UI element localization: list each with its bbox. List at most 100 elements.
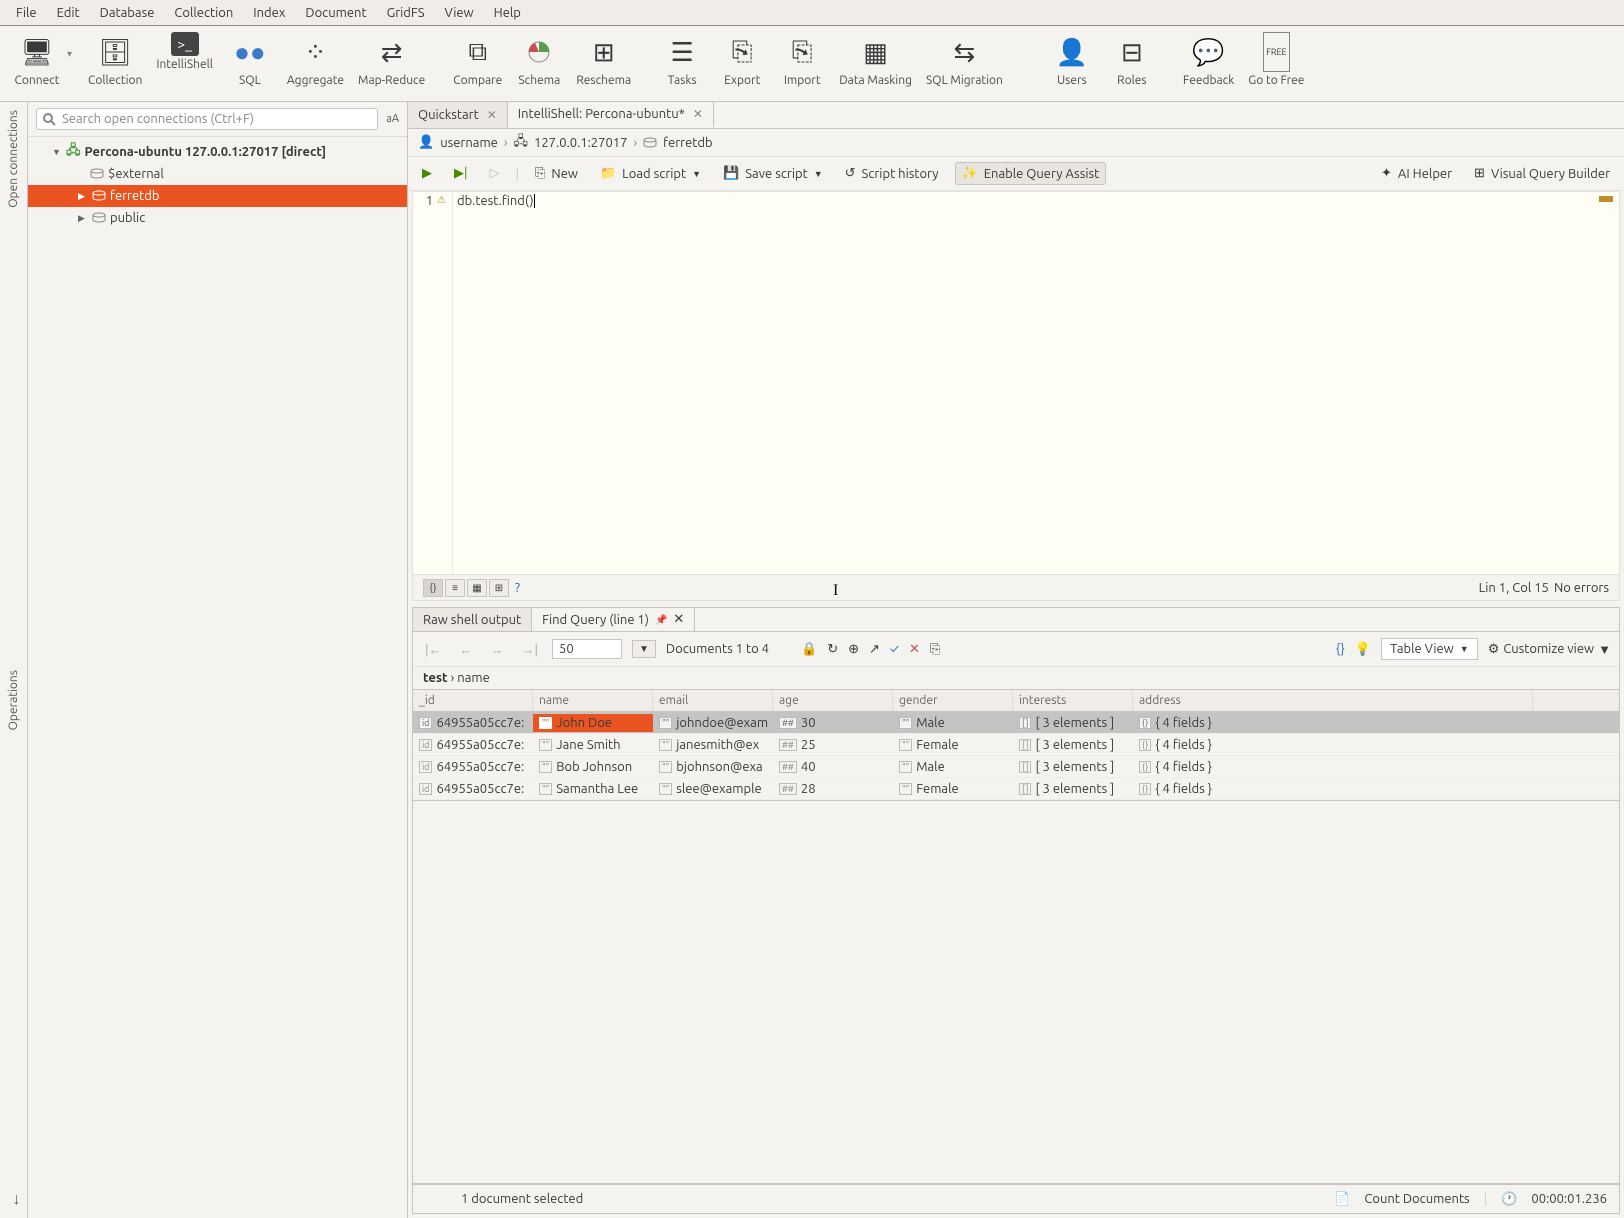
cell-id[interactable]: id64955a05cc7e: bbox=[413, 736, 533, 754]
menu-collection[interactable]: Collection bbox=[164, 2, 243, 24]
page-first-button[interactable]: |← bbox=[421, 642, 446, 657]
tool-feedback[interactable]: 💬Feedback bbox=[1177, 30, 1240, 89]
case-toggle[interactable]: aA bbox=[386, 113, 399, 125]
view-mode-dropdown[interactable]: Table View ▼ bbox=[1381, 638, 1478, 660]
tool-sql[interactable]: ●●SQL bbox=[221, 30, 279, 89]
back-arrow-icon[interactable]: ← bbox=[5, 1192, 23, 1208]
cell-email[interactable]: ""bjohnson@exa bbox=[653, 758, 773, 776]
cell-age[interactable]: ##40 bbox=[773, 758, 893, 776]
tree-db-external[interactable]: $external bbox=[28, 163, 407, 185]
crumb-collection[interactable]: test bbox=[423, 671, 448, 685]
cell-address[interactable]: {}{ 4 fields } bbox=[1133, 736, 1533, 754]
table-row[interactable]: id64955a05cc7e: ""Samantha Lee ""slee@ex… bbox=[413, 778, 1619, 800]
cell-email[interactable]: ""slee@example bbox=[653, 780, 773, 798]
copy-icon[interactable]: ⎘ bbox=[930, 642, 940, 657]
cell-name[interactable]: ""Bob Johnson bbox=[533, 758, 653, 776]
tab-raw-output[interactable]: Raw shell output bbox=[413, 608, 532, 631]
export-icon[interactable]: ↗ bbox=[869, 642, 880, 657]
crumb-host[interactable]: 127.0.0.1:27017 bbox=[534, 136, 627, 150]
view-json-button[interactable]: {} bbox=[423, 579, 443, 597]
table-row[interactable]: id64955a05cc7e: ""John Doe ""johndoe@exa… bbox=[413, 712, 1619, 734]
save-script-button[interactable]: 💾Save script▼ bbox=[717, 163, 829, 184]
menu-gridfs[interactable]: GridFS bbox=[377, 2, 435, 24]
cell-gender[interactable]: ""Female bbox=[893, 780, 1013, 798]
cell-email[interactable]: ""janesmith@ex bbox=[653, 736, 773, 754]
rail-operations[interactable]: Operations bbox=[7, 670, 20, 730]
tool-roles[interactable]: ⊟Roles bbox=[1103, 30, 1161, 89]
col-age[interactable]: age bbox=[773, 690, 893, 711]
cell-id[interactable]: id64955a05cc7e: bbox=[413, 780, 533, 798]
script-history-button[interactable]: ↺Script history bbox=[839, 163, 945, 184]
menu-edit[interactable]: Edit bbox=[47, 2, 90, 24]
col-gender[interactable]: gender bbox=[893, 690, 1013, 711]
tool-collection[interactable]: 🗄Collection bbox=[82, 30, 148, 89]
col-email[interactable]: email bbox=[653, 690, 773, 711]
rail-open-connections[interactable]: Open connections bbox=[7, 110, 20, 208]
page-size-dropdown[interactable]: ▼ bbox=[632, 640, 656, 658]
cell-interests[interactable]: [][ 3 elements ] bbox=[1013, 714, 1133, 732]
cell-email[interactable]: ""johndoe@exam bbox=[653, 714, 773, 732]
tool-intellishell[interactable]: >_IntelliShell bbox=[150, 30, 219, 73]
tool-datamasking[interactable]: ▦Data Masking bbox=[833, 30, 918, 89]
code-editor[interactable]: 1⚠ db.test.find() I bbox=[412, 191, 1620, 575]
page-size-input[interactable] bbox=[552, 639, 622, 659]
tool-import[interactable]: ⎘Import bbox=[773, 30, 831, 89]
cell-interests[interactable]: [][ 3 elements ] bbox=[1013, 780, 1133, 798]
cell-address[interactable]: {}{ 4 fields } bbox=[1133, 714, 1533, 732]
add-icon[interactable]: ⊕ bbox=[848, 642, 859, 657]
menu-view[interactable]: View bbox=[435, 2, 484, 24]
tool-tasks[interactable]: ☰Tasks bbox=[653, 30, 711, 89]
cell-name[interactable]: ""John Doe bbox=[533, 714, 653, 732]
tool-connect[interactable]: 🖥Connect bbox=[8, 30, 66, 89]
refresh-icon[interactable]: ↻ bbox=[827, 642, 838, 657]
cell-address[interactable]: {}{ 4 fields } bbox=[1133, 758, 1533, 776]
crumb-user[interactable]: username bbox=[440, 136, 498, 150]
page-next-button[interactable]: → bbox=[487, 642, 508, 657]
lock-icon[interactable]: 🔒 bbox=[801, 642, 817, 657]
col-name[interactable]: name bbox=[533, 690, 653, 711]
close-icon[interactable]: ✕ bbox=[673, 612, 684, 627]
menu-document[interactable]: Document bbox=[295, 2, 376, 24]
tool-gotofree[interactable]: FREEGo to Free bbox=[1242, 30, 1310, 89]
help-icon[interactable]: ? bbox=[515, 581, 520, 595]
load-script-button[interactable]: 📁Load script▼ bbox=[594, 163, 707, 184]
crumb-field[interactable]: name bbox=[457, 671, 490, 685]
cell-id[interactable]: id64955a05cc7e: bbox=[413, 714, 533, 732]
col-id[interactable]: _id bbox=[413, 690, 533, 711]
tab-find-query[interactable]: Find Query (line 1) 📌 ✕ bbox=[532, 608, 695, 631]
pin-icon[interactable]: 📌 bbox=[655, 614, 667, 626]
tab-quickstart[interactable]: Quickstart ✕ bbox=[408, 102, 508, 128]
code-area[interactable]: db.test.find() bbox=[453, 192, 539, 574]
cell-age[interactable]: ##30 bbox=[773, 714, 893, 732]
bulb-icon[interactable]: 💡 bbox=[1355, 642, 1371, 657]
delete-icon[interactable]: ✕ bbox=[909, 642, 920, 657]
json-icon[interactable]: {} bbox=[1336, 642, 1345, 656]
cell-interests[interactable]: [][ 3 elements ] bbox=[1013, 736, 1133, 754]
cell-interests[interactable]: [][ 3 elements ] bbox=[1013, 758, 1133, 776]
tool-export[interactable]: ⎘Export bbox=[713, 30, 771, 89]
customize-view-button[interactable]: ⚙ Customize view ▼ bbox=[1488, 642, 1611, 657]
menu-index[interactable]: Index bbox=[243, 2, 295, 24]
cell-gender[interactable]: ""Male bbox=[893, 758, 1013, 776]
table-row[interactable]: id64955a05cc7e: ""Jane Smith ""janesmith… bbox=[413, 734, 1619, 756]
cell-age[interactable]: ##25 bbox=[773, 736, 893, 754]
check-icon[interactable]: ✓ bbox=[890, 642, 899, 656]
menu-database[interactable]: Database bbox=[90, 2, 165, 24]
col-address[interactable]: address bbox=[1133, 690, 1533, 711]
view-grid-button[interactable]: ▦ bbox=[467, 579, 487, 597]
cell-name[interactable]: ""Samantha Lee bbox=[533, 780, 653, 798]
stop-button[interactable]: ▷ bbox=[484, 163, 506, 184]
tree-db-ferretdb[interactable]: ▶ ferretdb bbox=[28, 185, 407, 207]
view-table-button[interactable]: ⊞ bbox=[489, 579, 509, 597]
tool-mapreduce[interactable]: ⇄Map-Reduce bbox=[352, 30, 431, 89]
page-prev-button[interactable]: ← bbox=[456, 642, 477, 657]
count-documents-button[interactable]: Count Documents bbox=[1364, 1192, 1469, 1206]
cell-gender[interactable]: ""Female bbox=[893, 736, 1013, 754]
table-row[interactable]: id64955a05cc7e: ""Bob Johnson ""bjohnson… bbox=[413, 756, 1619, 778]
tree-connection-root[interactable]: ▼ 🖧 Percona-ubuntu 127.0.0.1:27017 [dire… bbox=[28, 141, 407, 163]
tool-users[interactable]: 👤Users bbox=[1043, 30, 1101, 89]
cell-id[interactable]: id64955a05cc7e: bbox=[413, 758, 533, 776]
tool-aggregate[interactable]: ⁘Aggregate bbox=[281, 30, 350, 89]
visual-query-builder-button[interactable]: ⊞Visual Query Builder bbox=[1468, 163, 1616, 184]
page-last-button[interactable]: →| bbox=[518, 642, 543, 657]
